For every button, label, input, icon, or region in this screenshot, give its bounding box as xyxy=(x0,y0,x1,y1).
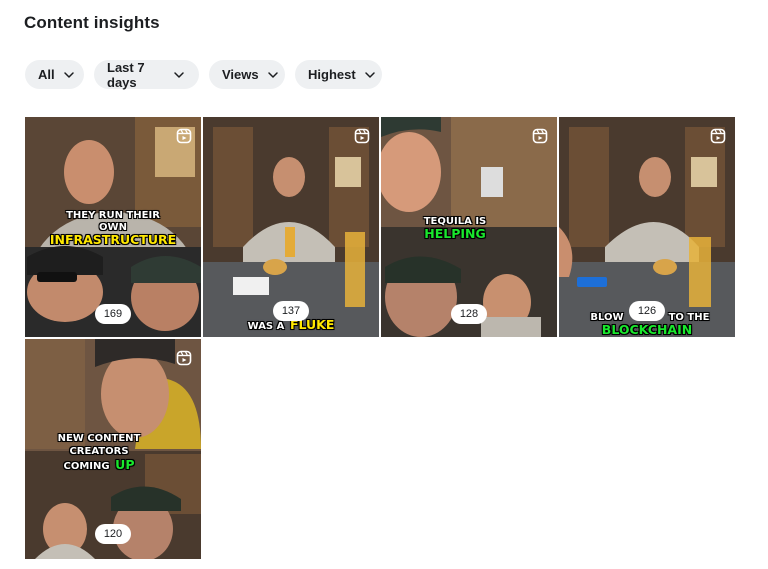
reels-icon xyxy=(176,350,192,366)
view-count-badge: 120 xyxy=(95,524,131,544)
chevron-down-icon xyxy=(173,69,185,81)
reel-caption-highlight: HELPING xyxy=(424,226,486,241)
reel-thumbnail[interactable]: WAS A FLUKE 137 xyxy=(203,117,379,337)
reel-caption-line: COMING xyxy=(63,461,110,472)
reel-caption-highlight: BLOCKCHAIN xyxy=(601,322,693,337)
filter-sort-dropdown[interactable]: Highest xyxy=(295,60,382,89)
filter-label: All xyxy=(38,67,55,82)
reel-caption-line: WAS A xyxy=(247,321,285,332)
reels-icon xyxy=(176,128,192,144)
filter-date-range-dropdown[interactable]: Last 7 days xyxy=(94,59,199,90)
reel-thumbnail[interactable]: BLOW TO THE BLOCKCHAIN 126 xyxy=(559,117,735,337)
view-count-badge: 169 xyxy=(95,304,131,324)
filter-label: Views xyxy=(222,67,259,82)
reels-icon xyxy=(710,128,726,144)
reel-thumbnail[interactable]: THEY RUN THEIR OWN INFRASTRUCTURE 169 xyxy=(25,117,201,337)
view-count-badge: 126 xyxy=(629,301,665,321)
page-title: Content insights xyxy=(24,13,160,32)
reel-caption-highlight: UP xyxy=(115,457,135,472)
reel-caption-highlight: INFRASTRUCTURE xyxy=(49,232,177,247)
filter-label: Last 7 days xyxy=(107,59,145,90)
filter-content-type-dropdown[interactable]: All xyxy=(25,60,84,89)
view-count-badge: 128 xyxy=(451,304,487,324)
reels-icon xyxy=(532,128,548,144)
filter-bar: All Last 7 days Views Highest xyxy=(25,59,382,90)
filter-label: Highest xyxy=(308,67,356,82)
chevron-down-icon xyxy=(364,69,376,81)
chevron-down-icon xyxy=(267,69,279,81)
reel-thumbnail[interactable]: TEQUILA IS HELPING 128 xyxy=(381,117,557,337)
chevron-down-icon xyxy=(63,69,75,81)
filter-metric-dropdown[interactable]: Views xyxy=(209,60,285,89)
reel-caption-line: NEW CONTENT xyxy=(57,433,141,444)
reels-icon xyxy=(354,128,370,144)
view-count-badge: 137 xyxy=(273,301,309,321)
reel-thumbnail[interactable]: NEW CONTENT CREATORS COMING UP 120 xyxy=(25,339,201,559)
reel-caption: COMING UP xyxy=(25,457,187,473)
